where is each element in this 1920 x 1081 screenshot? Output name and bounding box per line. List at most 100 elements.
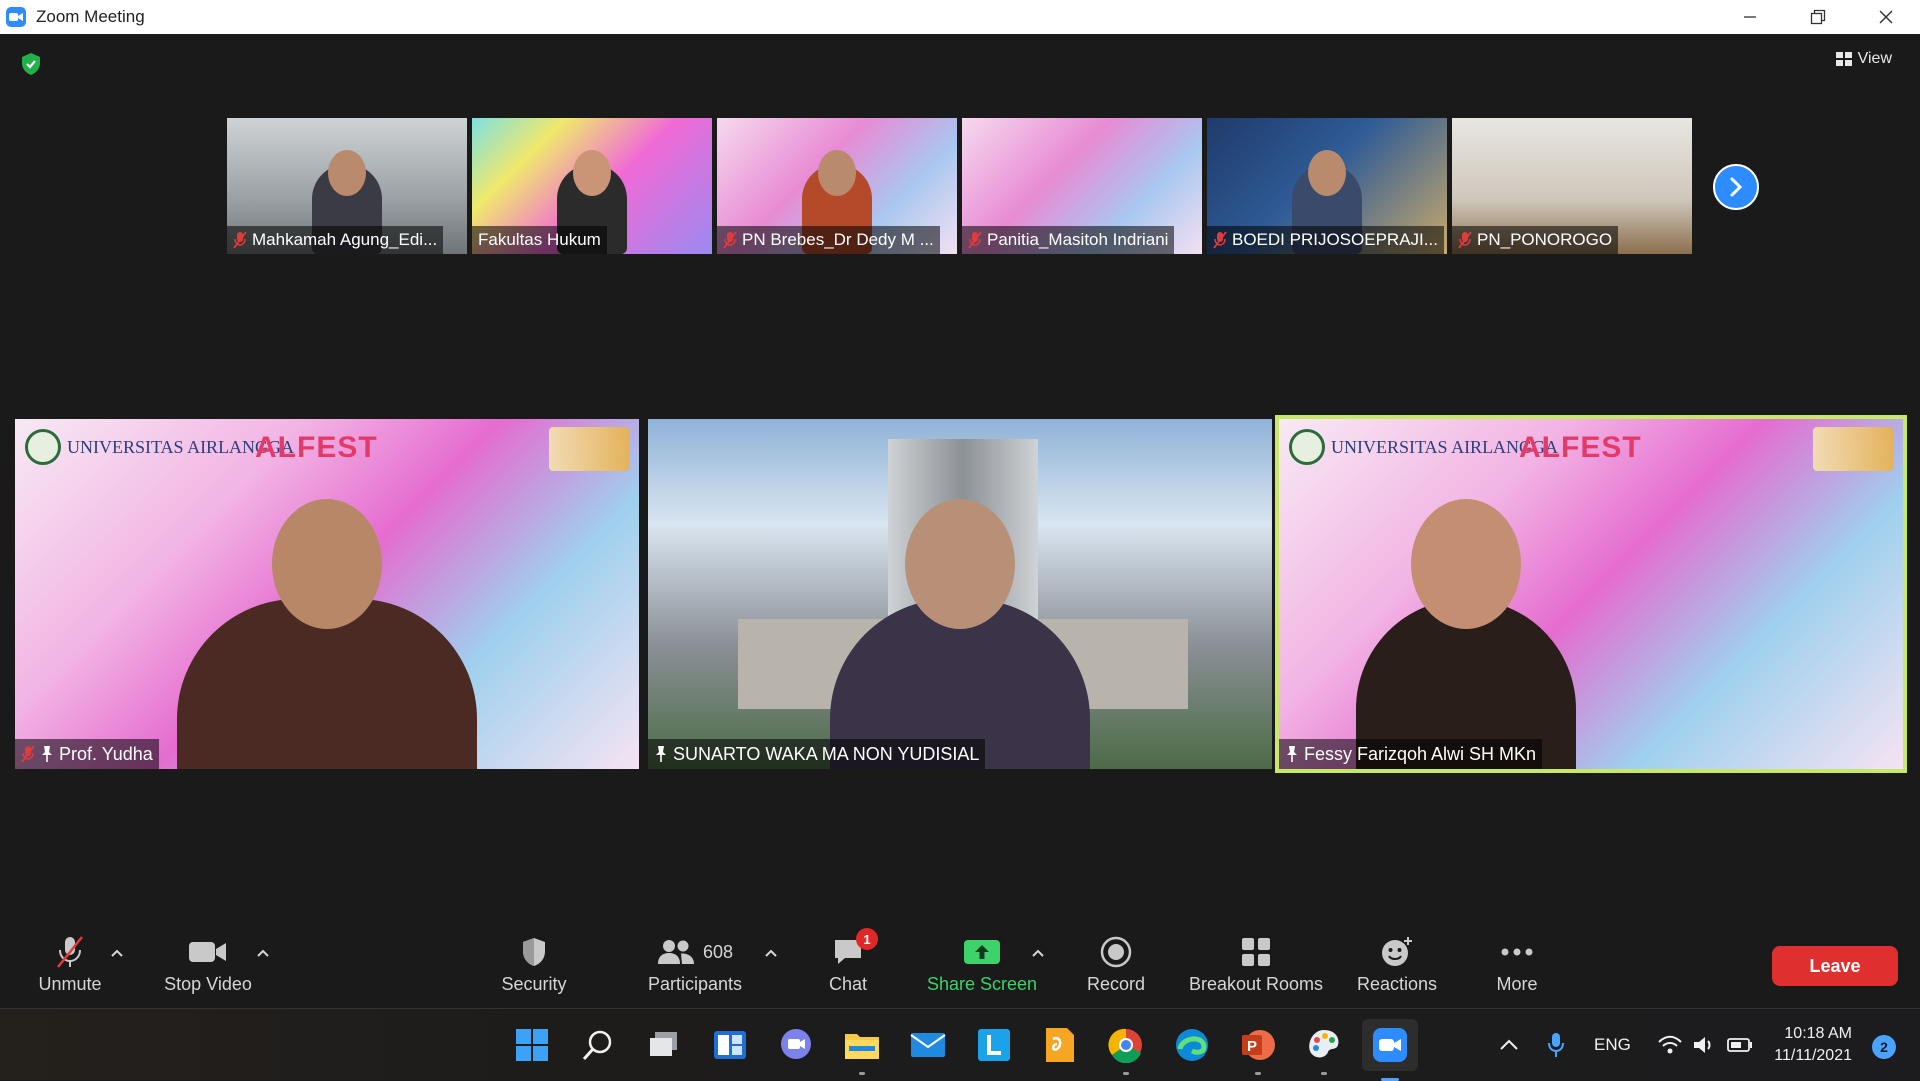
search-icon[interactable] bbox=[578, 1025, 618, 1065]
file-explorer-icon[interactable] bbox=[842, 1025, 882, 1075]
security-button[interactable]: Security bbox=[494, 934, 574, 1002]
muted-mic-icon bbox=[55, 934, 85, 970]
university-seal-icon bbox=[1289, 429, 1325, 465]
breakout-rooms-icon bbox=[1240, 934, 1272, 970]
video-tile[interactable]: UNIVERSITAS AIRLANGGA ALFEST Prof. Yudha bbox=[15, 419, 639, 769]
participant-name: PN_PONOROGO bbox=[1477, 230, 1613, 249]
zoom-taskbar-icon[interactable] bbox=[1362, 1019, 1418, 1081]
participants-label: Participants bbox=[647, 974, 743, 994]
university-logo: UNIVERSITAS AIRLANGGA bbox=[25, 429, 294, 465]
participant-thumbnail[interactable]: Fakultas Hukum bbox=[472, 118, 712, 254]
powerpoint-icon[interactable]: P bbox=[1238, 1025, 1278, 1075]
video-tile-active-speaker[interactable]: UNIVERSITAS AIRLANGGA ALFEST Fessy Fariz… bbox=[1275, 415, 1907, 773]
teams-chat-icon[interactable] bbox=[776, 1025, 816, 1065]
breakout-rooms-button[interactable]: Breakout Rooms bbox=[1184, 934, 1328, 1002]
windows-taskbar: P ENG 10:18 AM 11/11/2021 2 bbox=[0, 1008, 1920, 1081]
mail-icon[interactable] bbox=[908, 1025, 948, 1065]
task-view-icon[interactable] bbox=[644, 1025, 684, 1065]
leave-button[interactable]: Leave bbox=[1772, 946, 1898, 986]
speaker-head bbox=[272, 499, 382, 629]
pin-icon bbox=[42, 746, 52, 762]
stop-video-label: Stop Video bbox=[164, 974, 252, 994]
microphone-tray-icon[interactable] bbox=[1540, 1025, 1572, 1065]
participant-count: 608 bbox=[702, 941, 734, 962]
wifi-icon[interactable] bbox=[1654, 1025, 1686, 1065]
audio-options-caret-icon[interactable] bbox=[110, 948, 124, 958]
muted-mic-icon bbox=[1213, 231, 1227, 249]
window-title: Zoom Meeting bbox=[36, 7, 145, 26]
restore-button[interactable] bbox=[1784, 0, 1852, 34]
widgets-icon[interactable] bbox=[710, 1025, 750, 1065]
view-label: View bbox=[1857, 50, 1892, 67]
muted-mic-icon bbox=[21, 745, 35, 763]
participant-thumbnail[interactable]: PN Brebes_Dr Dedy M ... bbox=[717, 118, 957, 254]
start-windows-icon[interactable] bbox=[512, 1025, 552, 1065]
participant-name-bar: Prof. Yudha bbox=[15, 739, 159, 769]
participant-name-bar: SUNARTO WAKA MA NON YUDISIAL bbox=[648, 739, 986, 769]
share-screen-button[interactable]: Share Screen bbox=[922, 934, 1042, 1002]
edge-icon[interactable] bbox=[1172, 1025, 1212, 1065]
chrome-icon[interactable] bbox=[1106, 1025, 1146, 1075]
close-button[interactable] bbox=[1852, 0, 1920, 34]
running-indicator bbox=[1321, 1072, 1327, 1075]
video-camera-icon bbox=[188, 934, 228, 970]
minimize-button[interactable] bbox=[1716, 0, 1784, 34]
volume-icon[interactable] bbox=[1688, 1025, 1720, 1065]
system-clock[interactable]: 10:18 AM 11/11/2021 bbox=[1774, 1023, 1852, 1067]
anniversary-logo bbox=[1813, 427, 1893, 471]
window-title-bar: Zoom Meeting bbox=[0, 0, 1920, 34]
pin-icon bbox=[1287, 746, 1297, 762]
participant-name-bar: PN Brebes_Dr Dedy M ... bbox=[717, 226, 940, 254]
reactions-smiley-icon bbox=[1380, 934, 1414, 970]
breakout-rooms-label: Breakout Rooms bbox=[1188, 974, 1324, 994]
notification-badge[interactable]: 2 bbox=[1872, 1035, 1896, 1059]
running-indicator bbox=[1123, 1072, 1129, 1075]
next-page-button[interactable] bbox=[1713, 164, 1759, 210]
participant-name: Fessy Farizqoh Alwi SH MKn bbox=[1304, 743, 1537, 764]
more-label: More bbox=[1496, 974, 1538, 994]
l-app-icon[interactable] bbox=[974, 1025, 1014, 1065]
participant-name: PN Brebes_Dr Dedy M ... bbox=[742, 230, 934, 249]
participant-name: Mahkamah Agung_Edi... bbox=[252, 230, 438, 249]
participant-head bbox=[818, 150, 856, 196]
participant-head bbox=[573, 150, 611, 196]
stop-video-button[interactable]: Stop Video bbox=[158, 934, 258, 1002]
event-logo: ALFEST bbox=[255, 431, 378, 464]
encryption-shield-icon[interactable] bbox=[20, 52, 42, 76]
participants-options-caret-icon[interactable] bbox=[764, 948, 778, 958]
unmute-button[interactable]: Unmute bbox=[30, 934, 110, 1002]
zoom-app-icon bbox=[6, 7, 26, 27]
unmute-label: Unmute bbox=[38, 974, 102, 994]
record-button[interactable]: Record bbox=[1076, 934, 1156, 1002]
university-seal-icon bbox=[25, 429, 61, 465]
more-ellipsis-icon bbox=[1500, 934, 1534, 970]
university-logo: UNIVERSITAS AIRLANGGA bbox=[1289, 429, 1558, 465]
participant-head bbox=[328, 150, 366, 196]
pdf-editor-icon[interactable] bbox=[1040, 1025, 1080, 1065]
view-button[interactable]: View bbox=[1825, 44, 1902, 74]
battery-icon[interactable] bbox=[1724, 1025, 1756, 1065]
more-button[interactable]: More bbox=[1486, 934, 1548, 1002]
show-hidden-icons-chevron-icon[interactable] bbox=[1494, 1025, 1524, 1065]
participant-thumbnail[interactable]: Mahkamah Agung_Edi... bbox=[227, 118, 467, 254]
share-options-caret-icon[interactable] bbox=[1031, 948, 1045, 958]
participant-thumbnail[interactable]: Panitia_Masitoh Indriani bbox=[962, 118, 1202, 254]
reactions-button[interactable]: Reactions bbox=[1352, 934, 1442, 1002]
record-icon bbox=[1100, 934, 1132, 970]
participant-thumbnail[interactable]: PN_PONOROGO bbox=[1452, 118, 1692, 254]
participant-thumbnail[interactable]: BOEDI PRIJOSOEPRAJI... bbox=[1207, 118, 1447, 254]
chevron-right-icon bbox=[1730, 177, 1743, 197]
participant-name-bar: Panitia_Masitoh Indriani bbox=[962, 226, 1175, 254]
paint-icon[interactable] bbox=[1304, 1025, 1344, 1075]
participant-name: Fakultas Hukum bbox=[478, 230, 601, 249]
anniversary-logo bbox=[549, 427, 629, 471]
participant-name: BOEDI PRIJOSOEPRAJI... bbox=[1232, 230, 1438, 249]
video-options-caret-icon[interactable] bbox=[256, 948, 270, 958]
event-logo: ALFEST bbox=[1519, 431, 1642, 464]
muted-mic-icon bbox=[1458, 231, 1472, 249]
input-language[interactable]: ENG bbox=[1594, 1035, 1631, 1055]
video-tile[interactable]: SUNARTO WAKA MA NON YUDISIAL bbox=[648, 419, 1272, 769]
participants-button[interactable]: 608 Participants bbox=[640, 934, 750, 1002]
security-shield-icon bbox=[520, 934, 548, 970]
chat-button[interactable]: 1 Chat bbox=[818, 928, 878, 1002]
